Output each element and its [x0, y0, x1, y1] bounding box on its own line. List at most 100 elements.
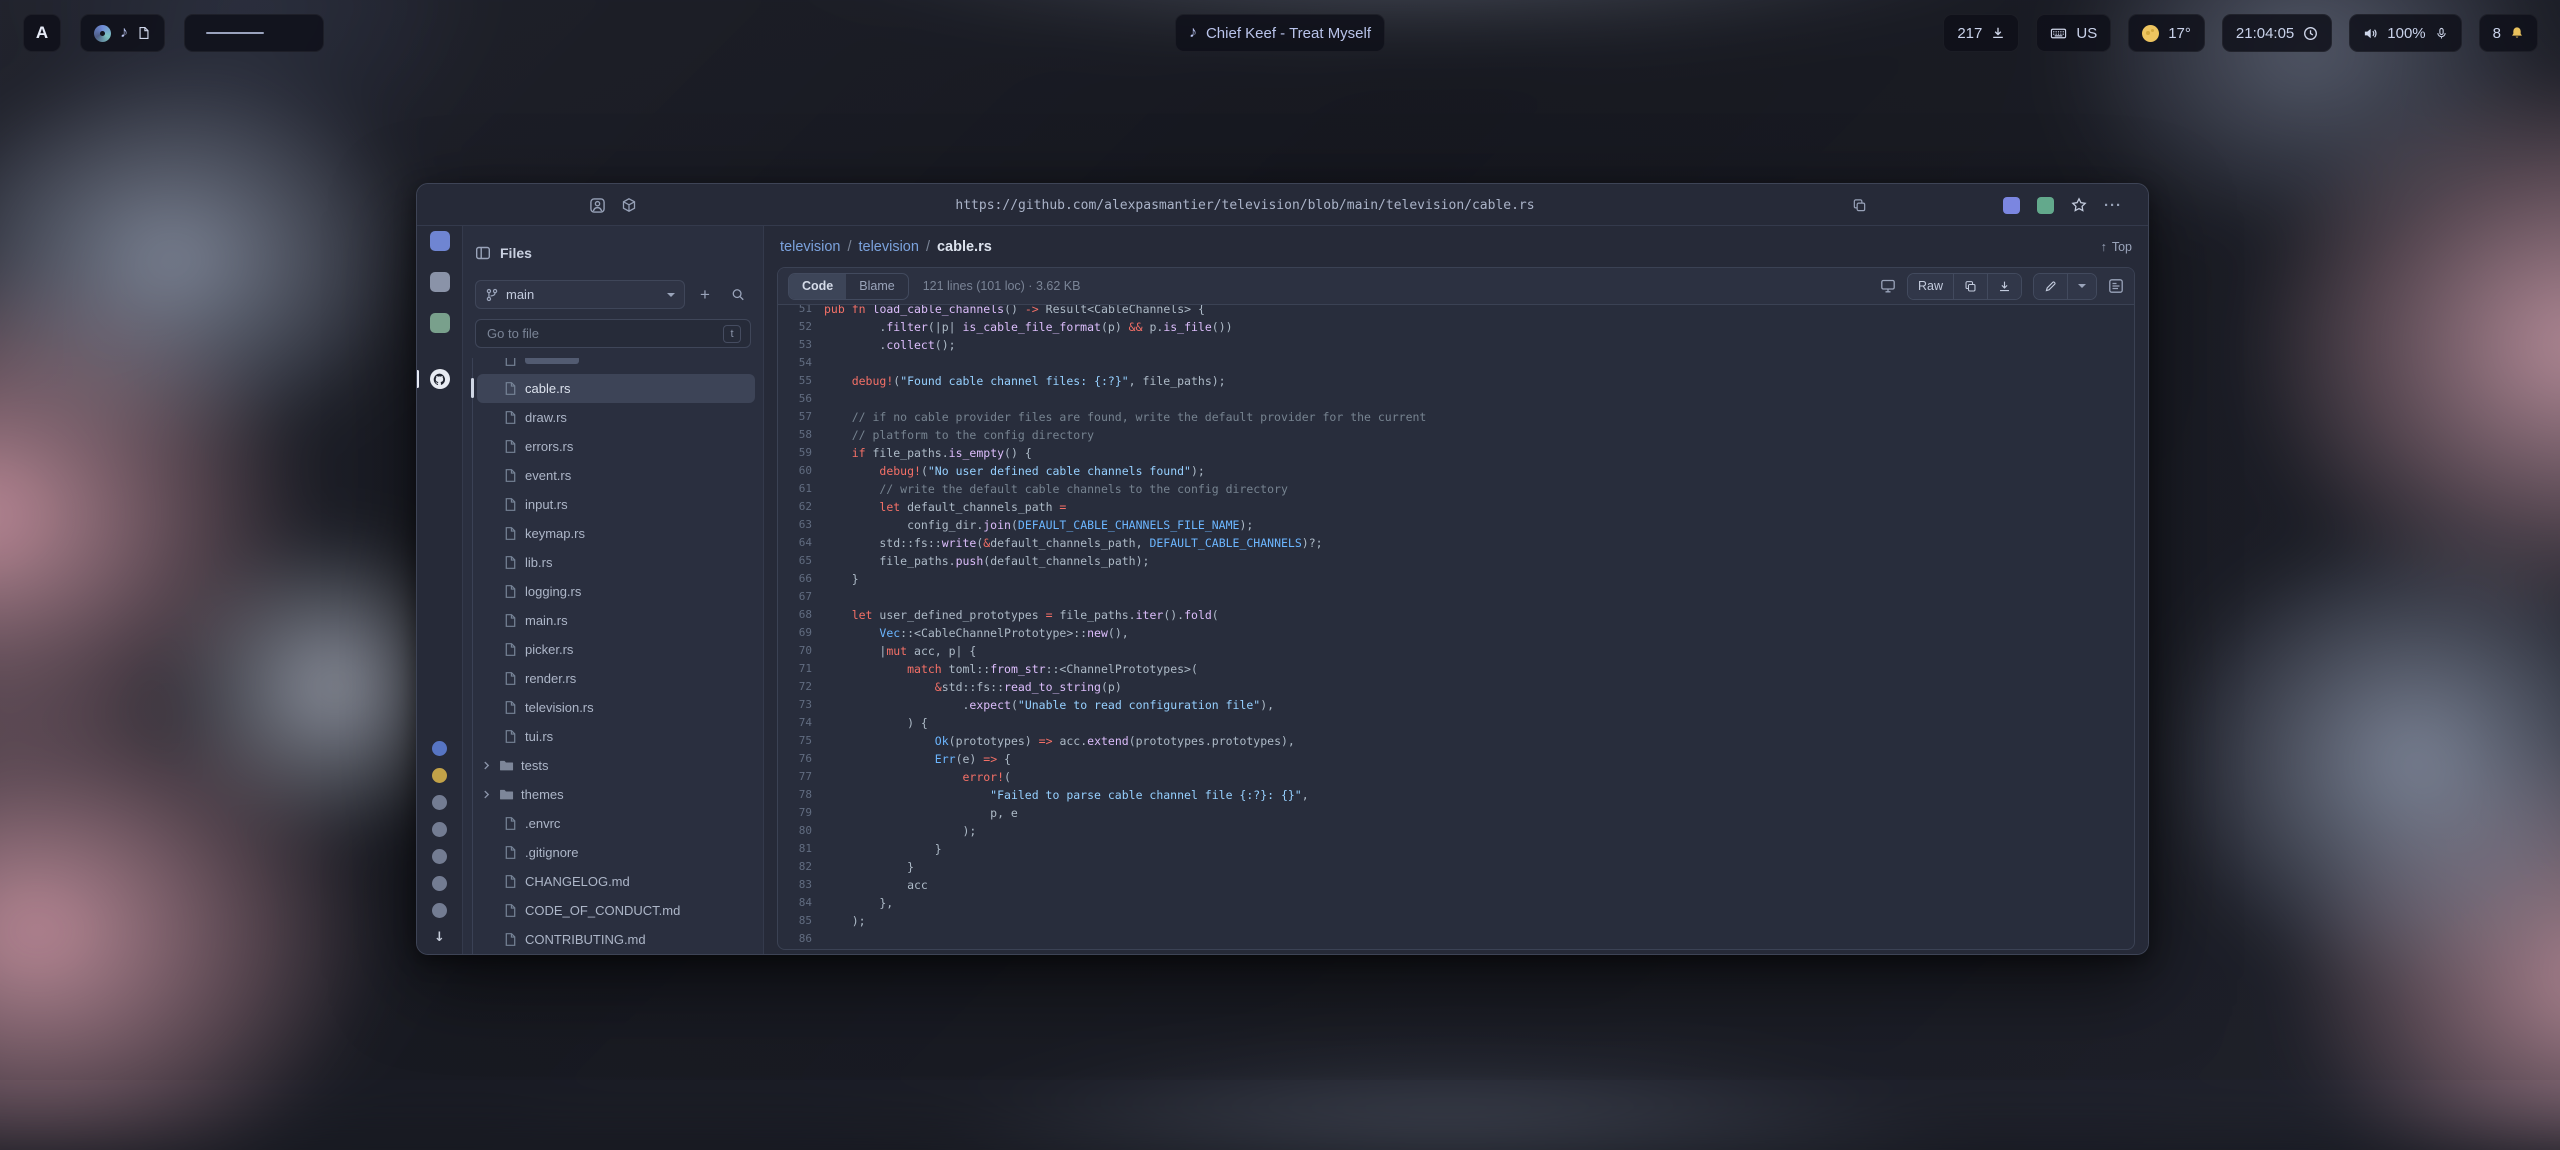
- line-number[interactable]: 63: [778, 516, 824, 534]
- file-tree-item-envrc[interactable]: .envrc: [477, 809, 755, 838]
- music-note-icon[interactable]: ♪: [120, 24, 128, 42]
- goto-file-input[interactable]: [485, 325, 717, 342]
- tab-code[interactable]: Code: [789, 274, 846, 299]
- breadcrumb-repo-link[interactable]: television: [780, 239, 840, 255]
- line-number[interactable]: 55: [778, 372, 824, 390]
- tab-favicon-3[interactable]: [430, 313, 450, 333]
- line-number[interactable]: 79: [778, 804, 824, 822]
- search-files-button[interactable]: [725, 282, 751, 308]
- file-tree-item-gitignore[interactable]: .gitignore: [477, 838, 755, 867]
- file-tree-item-errors-rs[interactable]: errors.rs: [477, 432, 755, 461]
- copy-file-icon[interactable]: [1953, 274, 1987, 299]
- line-number[interactable]: 58: [778, 426, 824, 444]
- file-tree-item-tui-rs[interactable]: tui.rs: [477, 722, 755, 751]
- line-number[interactable]: 81: [778, 840, 824, 858]
- raw-button[interactable]: Raw: [1908, 274, 1953, 299]
- dock-icon-5[interactable]: [432, 849, 447, 864]
- clock-widget[interactable]: 21:04:05: [2222, 14, 2332, 52]
- notes-icon[interactable]: [137, 26, 151, 40]
- line-number[interactable]: 72: [778, 678, 824, 696]
- branch-selector[interactable]: main: [475, 280, 685, 309]
- line-number[interactable]: 80: [778, 822, 824, 840]
- line-number[interactable]: 61: [778, 480, 824, 498]
- line-number[interactable]: 74: [778, 714, 824, 732]
- line-number[interactable]: 76: [778, 750, 824, 768]
- line-number[interactable]: 66: [778, 570, 824, 588]
- line-number[interactable]: 69: [778, 624, 824, 642]
- line-number[interactable]: 64: [778, 534, 824, 552]
- file-tree-item-input-rs[interactable]: input.rs: [477, 490, 755, 519]
- line-number[interactable]: 60: [778, 462, 824, 480]
- file-tree-item-logging-rs[interactable]: logging.rs: [477, 577, 755, 606]
- line-number[interactable]: 52: [778, 318, 824, 336]
- file-tree-item-picker-rs[interactable]: picker.rs: [477, 635, 755, 664]
- keyboard-layout-widget[interactable]: US: [2036, 14, 2111, 52]
- line-number[interactable]: 62: [778, 498, 824, 516]
- file-tree-item-clipped[interactable]: [477, 358, 755, 374]
- line-number[interactable]: 51: [778, 305, 824, 318]
- dock-icon-2[interactable]: [432, 768, 447, 783]
- goto-file-box[interactable]: t: [475, 319, 751, 348]
- file-tree-item-tests[interactable]: tests: [477, 751, 755, 780]
- line-number[interactable]: 70: [778, 642, 824, 660]
- more-menu-icon[interactable]: ···: [2104, 197, 2122, 214]
- line-number[interactable]: 57: [778, 408, 824, 426]
- weather-widget[interactable]: 17°: [2128, 14, 2205, 52]
- extension-icon-2[interactable]: [2037, 197, 2054, 214]
- file-tree-item-clipped[interactable]: [477, 954, 755, 955]
- view-settings-icon[interactable]: [1880, 278, 1896, 294]
- file-tree-item-keymap-rs[interactable]: keymap.rs: [477, 519, 755, 548]
- url-bar[interactable]: https://github.com/alexpasmantier/televi…: [955, 184, 1534, 226]
- file-tree-item-main-rs[interactable]: main.rs: [477, 606, 755, 635]
- line-number[interactable]: 78: [778, 786, 824, 804]
- file-tree-item-themes[interactable]: themes: [477, 780, 755, 809]
- window-title-widget[interactable]: [184, 14, 324, 52]
- file-tree-item-changelog-md[interactable]: CHANGELOG.md: [477, 867, 755, 896]
- bookmark-star-icon[interactable]: [2071, 197, 2087, 213]
- audio-widget[interactable]: 100%: [2349, 14, 2461, 52]
- file-tree-item-television-rs[interactable]: television.rs: [477, 693, 755, 722]
- line-number[interactable]: 82: [778, 858, 824, 876]
- breadcrumb-folder-link[interactable]: television: [858, 239, 918, 255]
- notifications-widget[interactable]: 8: [2479, 14, 2538, 52]
- media-disc-icon[interactable]: [94, 25, 111, 42]
- file-tree-item-code-of-conduct-md[interactable]: CODE_OF_CONDUCT.md: [477, 896, 755, 925]
- line-number[interactable]: 77: [778, 768, 824, 786]
- updates-widget[interactable]: 217: [1943, 14, 2019, 52]
- copy-url-icon[interactable]: [1852, 198, 1867, 213]
- line-number[interactable]: 83: [778, 876, 824, 894]
- file-tree-item-event-rs[interactable]: event.rs: [477, 461, 755, 490]
- extension-icon-1[interactable]: [2003, 197, 2020, 214]
- file-tree-item-draw-rs[interactable]: draw.rs: [477, 403, 755, 432]
- edit-dropdown-caret[interactable]: [2067, 274, 2096, 299]
- tab-github[interactable]: [430, 369, 450, 389]
- now-playing-widget[interactable]: ♪ Chief Keef - Treat Myself: [1175, 14, 1385, 52]
- line-number[interactable]: 73: [778, 696, 824, 714]
- edit-pencil-icon[interactable]: [2034, 274, 2067, 299]
- line-number[interactable]: 54: [778, 354, 824, 372]
- profile-icon[interactable]: [589, 197, 606, 214]
- dock-icon-4[interactable]: [432, 822, 447, 837]
- launcher-button[interactable]: A: [23, 14, 61, 52]
- extensions-cube-icon[interactable]: [621, 197, 637, 213]
- back-to-top-link[interactable]: ↑ Top: [2101, 240, 2132, 254]
- line-number[interactable]: 67: [778, 588, 824, 606]
- new-file-button[interactable]: +: [692, 282, 718, 308]
- download-file-icon[interactable]: [1987, 274, 2021, 299]
- tab-blame[interactable]: Blame: [846, 274, 907, 299]
- file-tree-item-lib-rs[interactable]: lib.rs: [477, 548, 755, 577]
- line-number[interactable]: 59: [778, 444, 824, 462]
- dock-icon-1[interactable]: [432, 741, 447, 756]
- collapse-sidebar-icon[interactable]: [475, 245, 491, 261]
- dock-icon-7[interactable]: [432, 903, 447, 918]
- line-number[interactable]: 71: [778, 660, 824, 678]
- line-number[interactable]: 65: [778, 552, 824, 570]
- file-tree-item-render-rs[interactable]: render.rs: [477, 664, 755, 693]
- tab-favicon-2[interactable]: [430, 272, 450, 292]
- line-number[interactable]: 85: [778, 912, 824, 930]
- line-number[interactable]: 75: [778, 732, 824, 750]
- dock-icon-6[interactable]: [432, 876, 447, 891]
- file-tree-item-cable-rs[interactable]: cable.rs: [477, 374, 755, 403]
- line-number[interactable]: 53: [778, 336, 824, 354]
- line-number[interactable]: 68: [778, 606, 824, 624]
